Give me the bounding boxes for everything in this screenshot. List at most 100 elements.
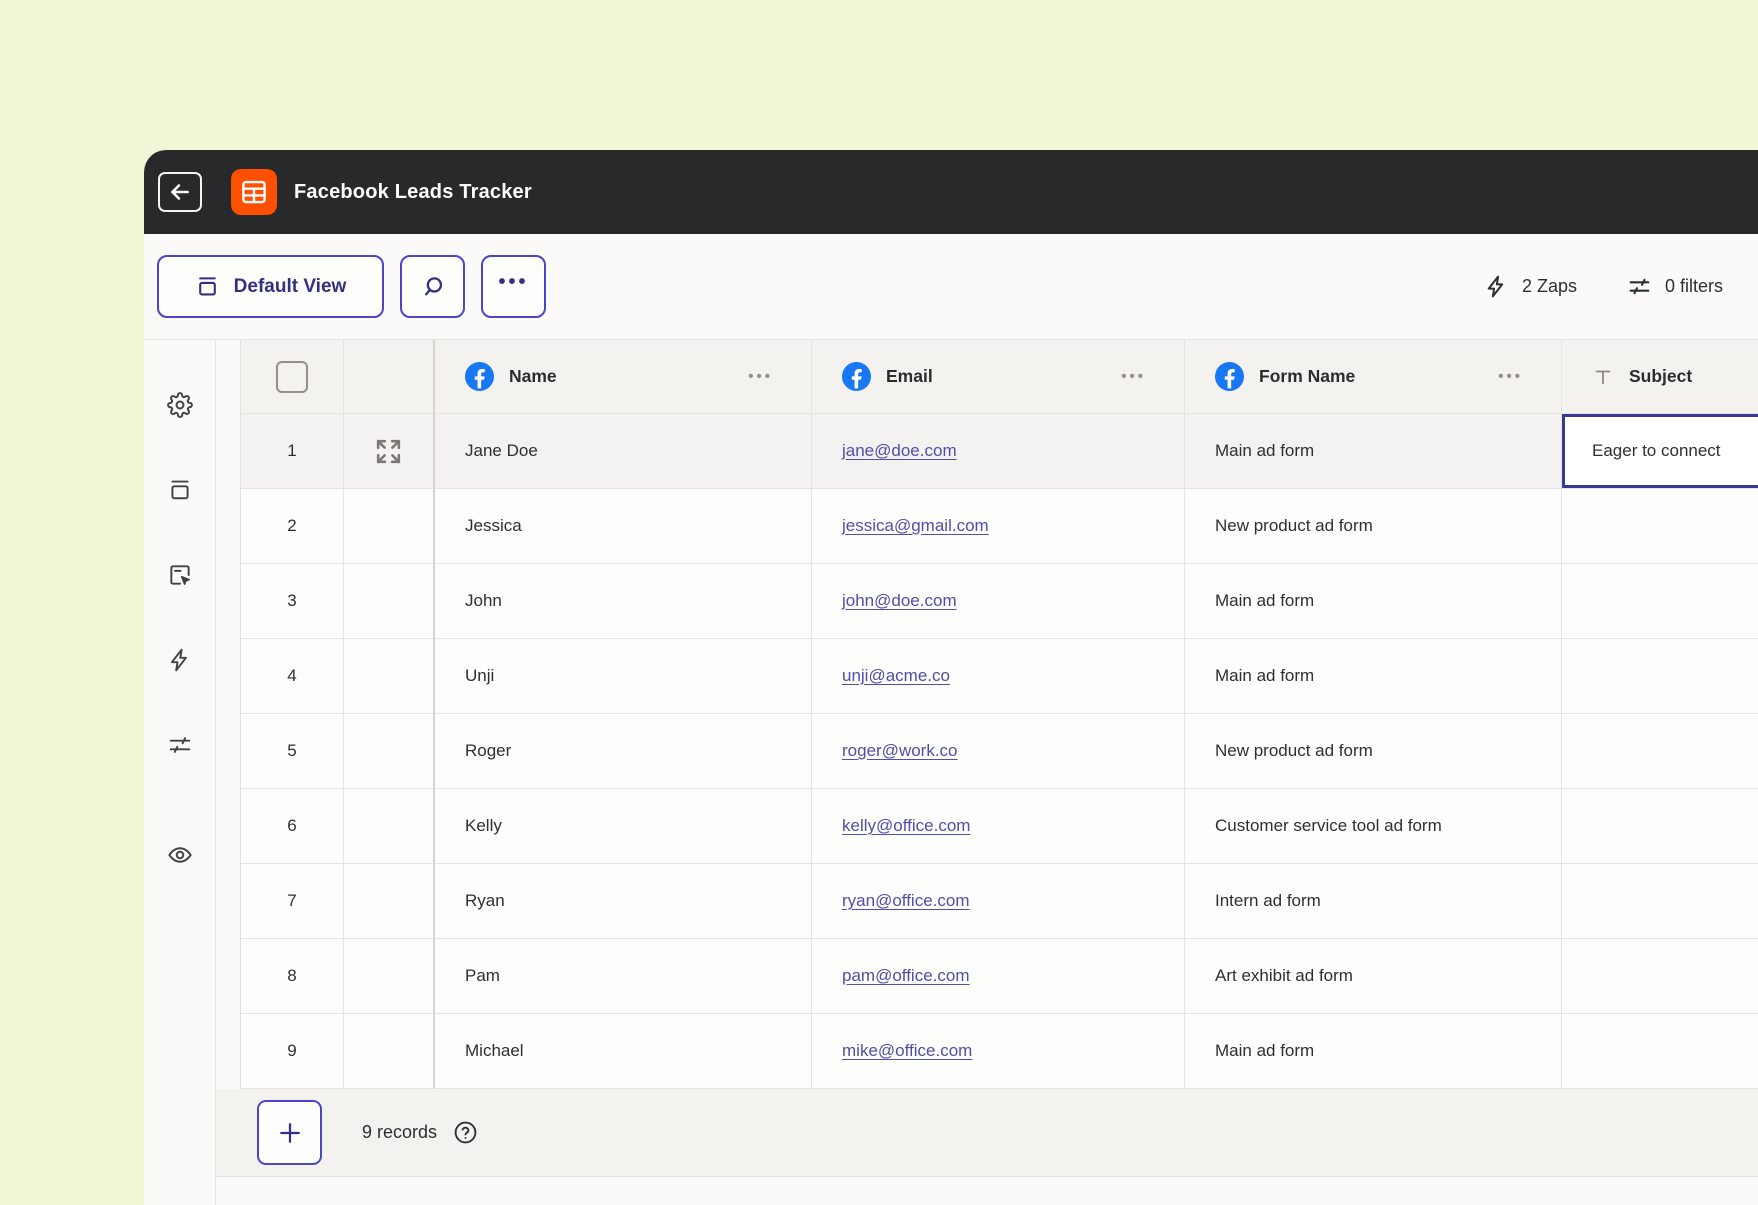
cell-name[interactable]: Jane Doe xyxy=(435,414,812,489)
view-stack-icon xyxy=(198,277,216,296)
filters-status[interactable]: 0 filters xyxy=(1627,274,1723,299)
cell-form-name[interactable]: Main ad form xyxy=(1185,414,1562,489)
cell-email: jessica@gmail.com xyxy=(812,489,1185,564)
page-title: Facebook Leads Tracker xyxy=(294,180,532,203)
email-link[interactable]: pam@office.com xyxy=(842,966,970,986)
zaps-status[interactable]: 2 Zaps xyxy=(1484,274,1577,299)
default-view-label: Default View xyxy=(233,275,347,297)
sidebar-item-views[interactable] xyxy=(167,477,193,503)
cell-name[interactable]: Ryan xyxy=(435,864,812,939)
help-circle-icon[interactable] xyxy=(453,1120,478,1145)
column-header-form-name[interactable]: Form Name ••• xyxy=(1185,340,1562,414)
views-stack-icon xyxy=(170,480,189,500)
row-number[interactable]: 2 xyxy=(241,489,344,564)
expand-cell xyxy=(344,489,435,564)
expand-record-icon xyxy=(376,439,401,463)
table-row: 6 Kelly kelly@office.com Customer service t… xyxy=(241,789,1758,864)
expand-cell xyxy=(344,639,435,714)
cell-subject[interactable] xyxy=(1562,564,1758,639)
email-link[interactable]: mike@office.com xyxy=(842,1041,972,1061)
facebook-icon xyxy=(465,362,494,391)
column-label: Form Name xyxy=(1259,366,1356,386)
email-link[interactable]: roger@work.co xyxy=(842,741,958,761)
table-row: 5 Roger roger@work.co New product ad form xyxy=(241,714,1758,789)
expand-header-cell xyxy=(344,340,435,414)
app-window: Facebook Leads Tracker Default View ••• … xyxy=(144,150,1758,1205)
email-link[interactable]: jessica@gmail.com xyxy=(842,516,989,536)
row-number[interactable]: 3 xyxy=(241,564,344,639)
text-type-icon xyxy=(1595,370,1611,384)
cell-subject[interactable] xyxy=(1562,864,1758,939)
sidebar-item-form-panel[interactable] xyxy=(167,562,193,588)
cell-form-name[interactable]: Main ad form xyxy=(1185,1014,1562,1089)
cell-name[interactable]: John xyxy=(435,564,812,639)
cell-name[interactable]: Michael xyxy=(435,1014,812,1089)
column-header-name[interactable]: Name ••• xyxy=(435,340,812,414)
cell-subject[interactable] xyxy=(1562,789,1758,864)
records-label: 9 records xyxy=(362,1122,438,1142)
back-button[interactable] xyxy=(158,172,202,212)
left-sidebar xyxy=(144,340,216,1205)
leads-table: Name ••• Email ••• Form Name ••• Subject… xyxy=(240,340,1758,1089)
main-area: Name ••• Email ••• Form Name ••• Subject… xyxy=(144,339,1758,1205)
row-number[interactable]: 1 xyxy=(241,414,344,489)
email-link[interactable]: jane@doe.com xyxy=(842,441,957,461)
sidebar-item-filters[interactable] xyxy=(167,732,193,758)
cell-form-name[interactable]: Main ad form xyxy=(1185,639,1562,714)
cell-form-name[interactable]: Main ad form xyxy=(1185,564,1562,639)
select-all-checkbox[interactable] xyxy=(276,360,308,393)
sidebar-item-hidden-fields[interactable] xyxy=(167,842,193,868)
default-view-button[interactable]: Default View xyxy=(157,255,384,318)
email-link[interactable]: john@doe.com xyxy=(842,591,957,611)
cell-name[interactable]: Roger xyxy=(435,714,812,789)
row-number[interactable]: 5 xyxy=(241,714,344,789)
column-label: Name xyxy=(509,366,557,386)
add-record-button[interactable] xyxy=(257,1100,322,1165)
email-link[interactable]: kelly@office.com xyxy=(842,816,970,836)
row-number[interactable]: 4 xyxy=(241,639,344,714)
expand-cell xyxy=(344,864,435,939)
cell-name[interactable]: Kelly xyxy=(435,789,812,864)
eye-icon xyxy=(167,847,192,863)
row-number[interactable]: 9 xyxy=(241,1014,344,1089)
sidebar-item-zaps[interactable] xyxy=(167,647,193,673)
row-number[interactable]: 6 xyxy=(241,789,344,864)
cell-form-name[interactable]: New product ad form xyxy=(1185,714,1562,789)
column-header-subject[interactable]: Subject xyxy=(1562,340,1758,414)
cell-email: unji@acme.co xyxy=(812,639,1185,714)
cell-form-name[interactable]: New product ad form xyxy=(1185,489,1562,564)
column-header-email[interactable]: Email ••• xyxy=(812,340,1185,414)
column-menu-icon[interactable]: ••• xyxy=(1498,368,1523,385)
row-number[interactable]: 8 xyxy=(241,939,344,1014)
cell-email: john@doe.com xyxy=(812,564,1185,639)
back-arrow-icon xyxy=(171,184,189,200)
sidebar-item-settings[interactable] xyxy=(166,392,193,418)
cell-email: ryan@office.com xyxy=(812,864,1185,939)
cell-subject[interactable] xyxy=(1562,714,1758,789)
search-button[interactable] xyxy=(400,255,465,318)
expand-record-button[interactable] xyxy=(344,414,435,489)
cell-form-name[interactable]: Intern ad form xyxy=(1185,864,1562,939)
column-menu-icon[interactable]: ••• xyxy=(1121,368,1146,385)
cell-subject[interactable] xyxy=(1562,939,1758,1014)
column-menu-icon[interactable]: ••• xyxy=(748,368,773,385)
email-link[interactable]: unji@acme.co xyxy=(842,666,950,686)
table-menu-button[interactable]: ••• xyxy=(481,255,546,318)
expand-cell xyxy=(344,714,435,789)
email-link[interactable]: ryan@office.com xyxy=(842,891,970,911)
cell-name[interactable]: Jessica xyxy=(435,489,812,564)
cell-form-name[interactable]: Art exhibit ad form xyxy=(1185,939,1562,1014)
cell-subject[interactable] xyxy=(1562,639,1758,714)
cell-name[interactable]: Pam xyxy=(435,939,812,1014)
cell-subject-selected[interactable]: Eager to connect xyxy=(1562,414,1758,489)
toolbar: Default View ••• 2 Zaps 0 filters xyxy=(144,234,1758,339)
cell-form-name[interactable]: Customer service tool ad form xyxy=(1185,789,1562,864)
search-icon xyxy=(424,276,442,295)
toolbar-right: 2 Zaps 0 filters xyxy=(1484,274,1758,299)
cell-subject[interactable] xyxy=(1562,1014,1758,1089)
filters-count-label: 0 filters xyxy=(1664,276,1723,296)
cell-name[interactable]: Unji xyxy=(435,639,812,714)
cell-email: jane@doe.com xyxy=(812,414,1185,489)
row-number[interactable]: 7 xyxy=(241,864,344,939)
cell-subject[interactable] xyxy=(1562,489,1758,564)
